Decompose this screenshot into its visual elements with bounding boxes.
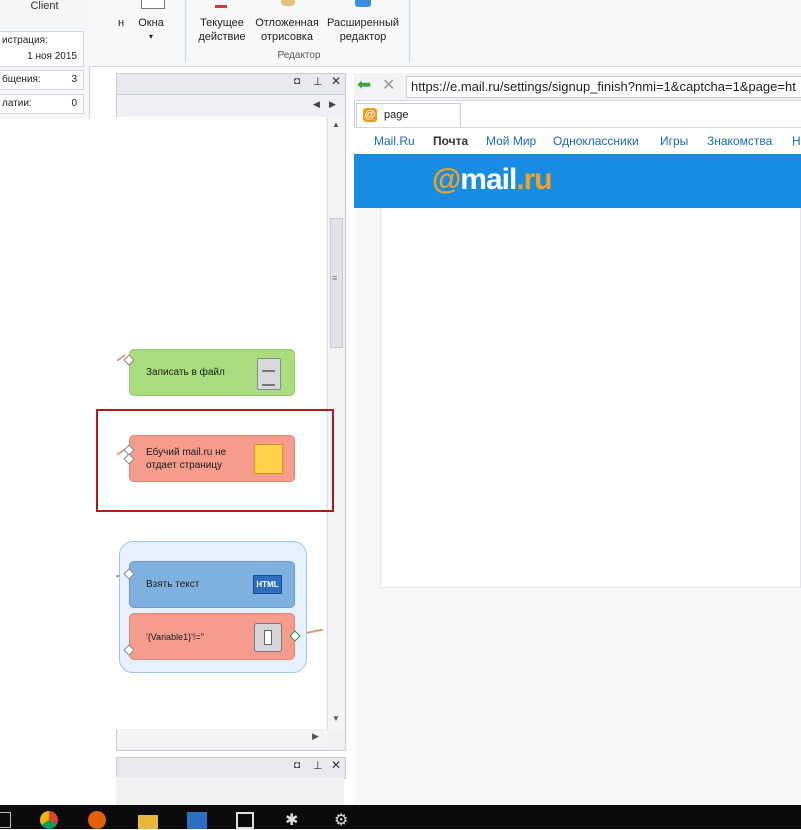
nav-link-pochta[interactable]: Почта: [433, 134, 468, 148]
payments-label: латии:: [2, 98, 32, 109]
error-note-label: Ебучий mail.ru не отдает страницу: [146, 446, 227, 471]
client-label: Client: [30, 0, 59, 12]
messages-label: бщения:: [2, 74, 41, 85]
mailru-favicon-icon: @: [363, 108, 377, 122]
messages-row: бщения: 3: [0, 70, 84, 90]
restore-icon[interactable]: ◘: [294, 760, 300, 771]
nav-link-mailru[interactable]: Mail.Ru: [374, 134, 415, 148]
pin-icon[interactable]: ⊥: [313, 759, 323, 772]
deferred-render-label-2: отрисовка: [261, 31, 313, 43]
workflow-panel-header: ◘ ⊥ ✕: [117, 74, 345, 95]
scroll-up-icon[interactable]: ▲: [332, 120, 340, 129]
browser-tab-title: page: [384, 109, 409, 121]
nav-link-odnoklassniki[interactable]: Одноклассники: [553, 134, 639, 148]
condition-node-label: '{Variable1}'!='': [146, 631, 204, 642]
gear-icon[interactable]: ✱: [285, 810, 298, 830]
advanced-editor-button[interactable]: Расширенный редактор: [325, 0, 401, 46]
error-note-node[interactable]: Ебучий mail.ru не отдает страницу: [129, 435, 295, 482]
nav-link-igry[interactable]: Игры: [660, 134, 688, 148]
url-bar[interactable]: https://e.mail.ru/settings/signup_finish…: [406, 76, 801, 98]
logo-at: @: [432, 163, 461, 196]
payments-row: латии: 0: [0, 94, 84, 114]
file-explorer-icon[interactable]: [138, 815, 158, 829]
switch-icon: [254, 623, 282, 652]
nav-link-znakomstva[interactable]: Знакомства: [707, 134, 772, 148]
windows-button[interactable]: Окна ▾: [133, 0, 169, 44]
switch-lever: [264, 630, 272, 645]
close-icon[interactable]: ✕: [331, 758, 341, 772]
write-file-node-label: Записать в файл: [146, 367, 225, 378]
firefox-icon[interactable]: [88, 811, 106, 829]
mailru-header: @mail.ru: [354, 154, 801, 208]
scroll-right-icon[interactable]: ▶: [312, 731, 319, 742]
messages-value: 3: [71, 74, 77, 85]
current-action-label-1: Текущее: [200, 17, 244, 29]
content-card: [380, 208, 801, 588]
deferred-render-label-1: Отложенная: [255, 17, 319, 29]
workflow-horizontal-scrollbar[interactable]: ▶: [117, 730, 327, 746]
registration-label: истрация:: [2, 35, 48, 46]
payments-value: 0: [71, 98, 77, 109]
document-icon: [257, 358, 281, 390]
stop-icon[interactable]: ✕: [382, 75, 395, 95]
scroll-thumb[interactable]: ≡: [330, 218, 343, 348]
advanced-editor-label-2: редактор: [339, 31, 387, 43]
condition-node[interactable]: '{Variable1}'!='': [129, 613, 295, 660]
chrome-icon[interactable]: [40, 811, 58, 829]
windows-label: Окна: [138, 17, 164, 29]
pin-icon[interactable]: ⊥: [313, 75, 323, 88]
back-arrow-icon[interactable]: ⬅: [357, 75, 371, 95]
task-view-icon[interactable]: [0, 812, 11, 828]
scroll-right-icon[interactable]: ▶: [329, 99, 336, 110]
store-icon[interactable]: [236, 812, 254, 829]
client-info-panel: Client истрация: 1 ноя 2015 бщения: 3 ла…: [0, 0, 90, 119]
deferred-render-button[interactable]: Отложенная отрисовка: [253, 0, 321, 46]
ribbon-divider: [185, 0, 186, 62]
ribbon-cut-label: н: [117, 17, 125, 29]
close-icon[interactable]: ✕: [331, 74, 341, 88]
advanced-editor-label-1: Расширенный: [327, 17, 399, 29]
scroll-down-icon[interactable]: ▼: [332, 714, 340, 723]
current-action-icon: [215, 0, 227, 8]
advanced-editor-icon: [355, 0, 371, 7]
grip-icon: ≡: [332, 273, 338, 283]
bottom-panel-body: [116, 777, 344, 805]
logo-ru: .ru: [516, 163, 552, 196]
scroll-left-icon[interactable]: ◀: [313, 99, 320, 110]
browser-tab[interactable]: @ page: [356, 103, 461, 128]
chevron-down-icon: ▾: [148, 32, 153, 41]
nav-link-more[interactable]: Н: [792, 134, 801, 148]
editor-group-label: Редактор: [277, 50, 321, 61]
registration-value: 1 ноя 2015: [27, 51, 77, 62]
ribbon-divider: [409, 0, 410, 62]
browser-toolbar: ⬅ ✕ https://e.mail.ru/settings/signup_fi…: [354, 73, 801, 101]
ribbon: н Окна ▾ Текущее действие Отложенная отр…: [89, 0, 801, 67]
document-lines: [262, 370, 275, 386]
registration-row: истрация: 1 ноя 2015: [0, 31, 84, 67]
portal-nav-bar: Mail.Ru Почта Мой Мир Одноклассники Игры…: [354, 127, 801, 155]
nav-link-moy-mir[interactable]: Мой Мир: [486, 134, 536, 148]
bottom-panel-header: ◘ ⊥ ✕: [116, 757, 346, 779]
deferred-render-icon: [281, 0, 295, 6]
get-text-node-label: Взять текст: [146, 579, 200, 590]
html-icon: HTML: [253, 575, 282, 594]
windows-icon: [141, 0, 165, 9]
write-file-node[interactable]: Записать в файл: [129, 349, 295, 396]
mailru-logo[interactable]: @mail.ru: [432, 163, 553, 197]
workflow-tab-strip: ◀ ▶: [117, 95, 345, 117]
logo-mail: mail: [460, 163, 517, 196]
current-action-button[interactable]: Текущее действие: [193, 0, 251, 46]
restore-icon[interactable]: ◘: [294, 76, 300, 87]
sticky-note-icon: [254, 444, 283, 474]
current-action-label-2: действие: [198, 31, 246, 43]
bot-icon[interactable]: ⚙: [334, 810, 348, 830]
taskbar: [0, 805, 801, 829]
app-window-icon[interactable]: [187, 812, 207, 829]
get-text-node[interactable]: Взять текст HTML: [129, 561, 295, 608]
